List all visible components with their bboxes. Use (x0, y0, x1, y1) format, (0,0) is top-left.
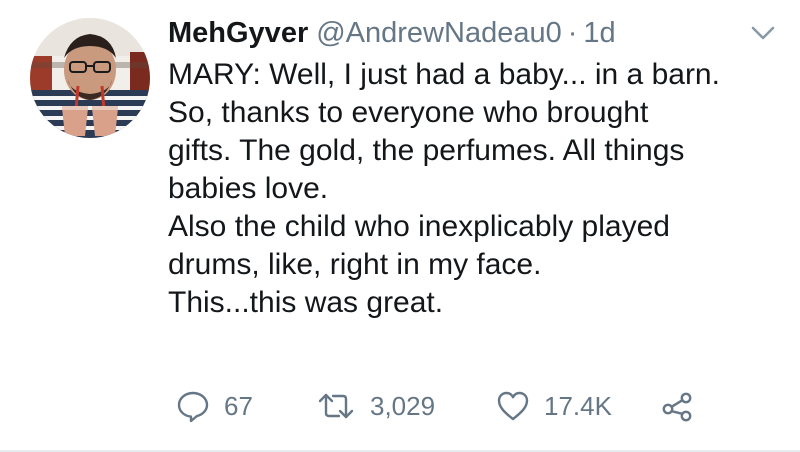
retweet-button[interactable]: 3,029 (316, 384, 435, 428)
tweet-text-line: Also the child who inexplicably played (168, 210, 670, 243)
tweet-text-line: This...this was great. (168, 286, 444, 319)
heart-outline-icon (496, 389, 530, 423)
tweet-card[interactable]: MehGyver @AndrewNadeau0 · 1d MARY: Well,… (0, 0, 800, 452)
tweet-timestamp[interactable]: 1d (583, 17, 615, 50)
tweet-text-line: MARY: Well, I just had a baby... in a ba… (168, 58, 720, 91)
tweet-text-line: babies love. (168, 172, 329, 205)
tweet-text: MARY: Well, I just had a baby... in a ba… (168, 56, 778, 322)
share-nodes-icon (660, 389, 694, 423)
tweet-text-line: So, thanks to everyone who brought (168, 96, 649, 129)
tweet-header: MehGyver @AndrewNadeau0 · 1d (168, 10, 616, 56)
author-handle[interactable]: @AndrewNadeau0 (316, 17, 561, 50)
tweet-text-line: gifts. The gold, the perfumes. All thing… (168, 134, 685, 167)
share-button[interactable] (660, 384, 694, 428)
avatar[interactable] (30, 18, 150, 138)
reply-count: 67 (224, 390, 253, 421)
like-button[interactable]: 17.4K (496, 384, 612, 428)
tweet-actions: 67 3,029 17.4K (168, 384, 728, 428)
speech-bubble-icon (176, 389, 210, 423)
header-separator: · (567, 16, 578, 49)
tweet-text-line: drums, like, right in my face. (168, 248, 542, 281)
retweet-arrows-icon (316, 389, 356, 423)
reply-button[interactable]: 67 (176, 384, 253, 428)
retweet-count: 3,029 (370, 390, 436, 421)
chevron-down-icon[interactable] (748, 20, 778, 46)
like-count: 17.4K (544, 390, 612, 421)
avatar-photo (30, 18, 150, 138)
author-display-name[interactable]: MehGyver (168, 17, 308, 50)
